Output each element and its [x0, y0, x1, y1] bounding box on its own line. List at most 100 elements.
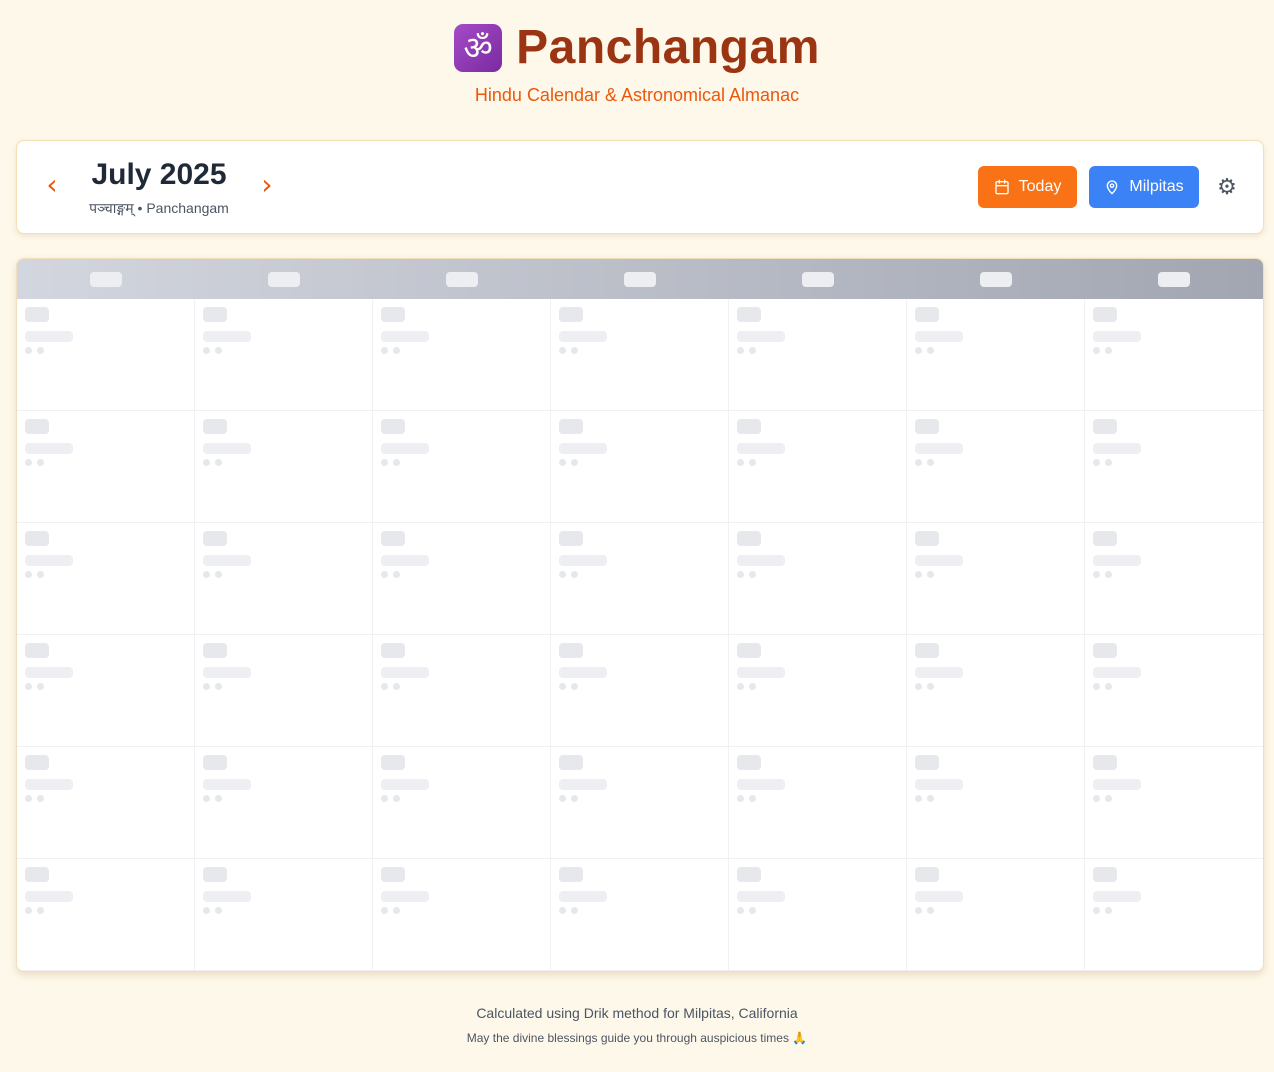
- weekday-label-placeholder: [1158, 271, 1190, 287]
- event-dot-placeholder: [393, 459, 400, 466]
- day-number-placeholder: [381, 643, 405, 658]
- event-dot-placeholder: [1093, 571, 1100, 578]
- event-dot-placeholder: [393, 795, 400, 802]
- footer: Calculated using Drik method for Milpita…: [0, 1005, 1274, 1045]
- event-dot-placeholder: [571, 571, 578, 578]
- event-dot-placeholder: [25, 571, 32, 578]
- weekday-header-cell: [1085, 259, 1263, 299]
- month-title: July 2025: [91, 158, 227, 191]
- event-dot-placeholder: [215, 347, 222, 354]
- event-dots-placeholder: [25, 571, 186, 578]
- day-number-placeholder: [1093, 419, 1117, 434]
- app-title: Panchangam: [516, 21, 820, 74]
- day-number-placeholder: [203, 307, 227, 322]
- event-dots-placeholder: [203, 459, 364, 466]
- event-dots-placeholder: [737, 907, 898, 914]
- event-dot-placeholder: [571, 907, 578, 914]
- event-dot-placeholder: [749, 459, 756, 466]
- app-header: ॐ Panchangam Hindu Calendar & Astronomic…: [0, 0, 1274, 140]
- tithi-placeholder: [1093, 331, 1141, 342]
- event-dots-placeholder: [203, 795, 364, 802]
- event-dots-placeholder: [381, 571, 542, 578]
- event-dots-placeholder: [737, 683, 898, 690]
- tithi-placeholder: [915, 555, 963, 566]
- tithi-placeholder: [559, 891, 607, 902]
- event-dot-placeholder: [381, 347, 388, 354]
- day-number-placeholder: [1093, 755, 1117, 770]
- day-cell-placeholder: [17, 747, 195, 859]
- day-cell-placeholder: [17, 859, 195, 971]
- tithi-placeholder: [381, 443, 429, 454]
- day-number-placeholder: [381, 419, 405, 434]
- event-dot-placeholder: [559, 347, 566, 354]
- day-cell-placeholder: [551, 523, 729, 635]
- day-number-placeholder: [25, 755, 49, 770]
- weekday-label-placeholder: [268, 271, 300, 287]
- event-dots-placeholder: [381, 795, 542, 802]
- weekday-header-cell: [907, 259, 1085, 299]
- event-dots-placeholder: [25, 795, 186, 802]
- tithi-placeholder: [1093, 443, 1141, 454]
- event-dot-placeholder: [915, 347, 922, 354]
- event-dot-placeholder: [393, 907, 400, 914]
- event-dot-placeholder: [749, 907, 756, 914]
- chevron-right-icon[interactable]: ›: [252, 171, 282, 201]
- location-button[interactable]: Milpitas: [1089, 166, 1199, 208]
- event-dots-placeholder: [737, 459, 898, 466]
- event-dot-placeholder: [215, 683, 222, 690]
- event-dot-placeholder: [571, 459, 578, 466]
- tithi-placeholder: [559, 443, 607, 454]
- day-cell-placeholder: [551, 411, 729, 523]
- event-dot-placeholder: [559, 683, 566, 690]
- event-dots-placeholder: [25, 347, 186, 354]
- event-dot-placeholder: [737, 459, 744, 466]
- app-subtitle: Hindu Calendar & Astronomical Almanac: [474, 85, 800, 105]
- event-dot-placeholder: [1093, 795, 1100, 802]
- tithi-placeholder: [381, 779, 429, 790]
- day-cell-placeholder: [1085, 859, 1263, 971]
- day-cell-placeholder: [551, 299, 729, 411]
- day-cell-placeholder: [1085, 523, 1263, 635]
- event-dots-placeholder: [559, 459, 720, 466]
- tithi-placeholder: [25, 667, 73, 678]
- event-dot-placeholder: [915, 683, 922, 690]
- event-dots-placeholder: [381, 683, 542, 690]
- title-row: ॐ Panchangam: [0, 20, 1274, 75]
- event-dots-placeholder: [1093, 571, 1255, 578]
- map-pin-icon: [1107, 180, 1118, 195]
- event-dot-placeholder: [559, 795, 566, 802]
- day-number-placeholder: [203, 531, 227, 546]
- event-dots-placeholder: [559, 795, 720, 802]
- event-dot-placeholder: [1105, 571, 1112, 578]
- footer-method-note: Calculated using Drik method for Milpita…: [476, 1005, 798, 1021]
- day-cell-placeholder: [195, 635, 373, 747]
- tithi-placeholder: [25, 555, 73, 566]
- gear-icon[interactable]: ⚙: [1215, 176, 1239, 200]
- event-dot-placeholder: [37, 795, 44, 802]
- event-dot-placeholder: [215, 571, 222, 578]
- day-cell-placeholder: [373, 523, 551, 635]
- day-number-placeholder: [381, 867, 405, 882]
- event-dot-placeholder: [571, 347, 578, 354]
- event-dot-placeholder: [927, 795, 934, 802]
- event-dot-placeholder: [37, 459, 44, 466]
- tithi-placeholder: [25, 891, 73, 902]
- chevron-left-icon[interactable]: ‹: [37, 171, 67, 201]
- event-dot-placeholder: [381, 571, 388, 578]
- event-dots-placeholder: [203, 907, 364, 914]
- day-cell-placeholder: [195, 523, 373, 635]
- event-dot-placeholder: [203, 683, 210, 690]
- tithi-placeholder: [559, 779, 607, 790]
- event-dot-placeholder: [37, 683, 44, 690]
- event-dots-placeholder: [559, 571, 720, 578]
- event-dots-placeholder: [25, 683, 186, 690]
- event-dot-placeholder: [1093, 347, 1100, 354]
- event-dot-placeholder: [571, 683, 578, 690]
- tithi-placeholder: [915, 331, 963, 342]
- day-cell-placeholder: [907, 859, 1085, 971]
- day-cell-placeholder: [729, 747, 907, 859]
- tithi-placeholder: [381, 891, 429, 902]
- day-number-placeholder: [559, 307, 583, 322]
- tithi-placeholder: [203, 667, 251, 678]
- today-button[interactable]: Today: [978, 166, 1077, 208]
